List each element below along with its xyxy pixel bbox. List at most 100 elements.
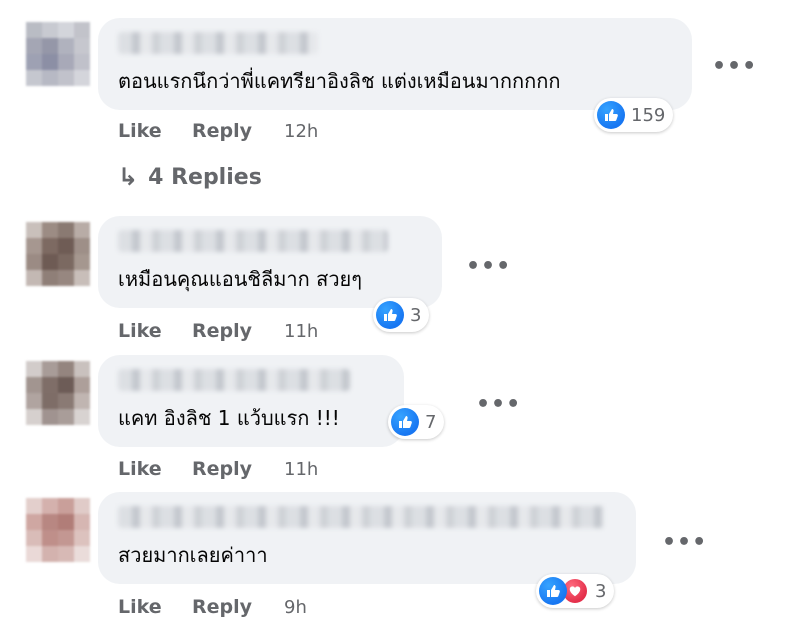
avatar-pixel <box>26 393 42 409</box>
avatar-pixel <box>58 498 74 514</box>
reply-button[interactable]: Reply <box>192 120 252 142</box>
avatar-pixel <box>58 254 74 270</box>
avatar-pixel <box>26 514 42 530</box>
avatar[interactable] <box>26 222 90 286</box>
avatar-pixel <box>74 377 90 393</box>
avatar-pixel <box>58 54 74 70</box>
avatar-pixel <box>26 38 42 54</box>
avatar[interactable] <box>26 22 90 86</box>
more-options-icon[interactable]: ••• <box>466 256 511 278</box>
avatar-pixel <box>74 409 90 425</box>
avatar[interactable] <box>26 498 90 562</box>
avatar-pixel <box>74 38 90 54</box>
more-options-icon[interactable]: ••• <box>662 532 707 554</box>
reaction-count: 159 <box>631 104 666 126</box>
author-name-redacted[interactable] <box>118 369 350 391</box>
avatar-pixel <box>42 409 58 425</box>
like-button[interactable]: Like <box>118 320 162 342</box>
avatar-pixel <box>74 238 90 254</box>
avatar-pixel <box>26 546 42 562</box>
avatar-pixel <box>74 270 90 286</box>
avatar-pixel <box>26 361 42 377</box>
avatar-pixel <box>42 361 58 377</box>
avatar-pixel <box>42 498 58 514</box>
avatar-pixel <box>26 377 42 393</box>
avatar-pixel <box>42 238 58 254</box>
avatar-pixel <box>26 498 42 514</box>
avatar-pixel <box>74 530 90 546</box>
avatar-pixel <box>26 270 42 286</box>
avatar-pixel <box>74 254 90 270</box>
comment-bubble: แคท อิงลิช 1 แว้บแรก !!! <box>98 355 404 447</box>
avatar-pixel <box>42 270 58 286</box>
avatar-pixel <box>58 222 74 238</box>
avatar-pixel <box>42 38 58 54</box>
avatar[interactable] <box>26 361 90 425</box>
avatar-pixel <box>58 546 74 562</box>
avatar-pixel <box>58 530 74 546</box>
reply-button[interactable]: Reply <box>192 320 252 342</box>
reaction-summary[interactable]: 3 <box>536 574 615 608</box>
avatar-pixel <box>26 22 42 38</box>
reaction-count: 3 <box>410 304 422 326</box>
avatar-pixel <box>26 70 42 86</box>
reply-button[interactable]: Reply <box>192 596 252 618</box>
more-options-icon[interactable]: ••• <box>712 56 757 78</box>
like-button[interactable]: Like <box>118 120 162 142</box>
like-button[interactable]: Like <box>118 458 162 480</box>
comment-text: แคท อิงลิช 1 แว้บแรก !!! <box>118 406 340 430</box>
view-replies-link[interactable]: ↳ 4 Replies <box>118 163 262 191</box>
reaction-summary[interactable]: 159 <box>594 98 674 132</box>
avatar-pixel <box>42 70 58 86</box>
reaction-summary[interactable]: 3 <box>373 298 430 332</box>
replies-label: 4 Replies <box>148 164 262 190</box>
comment-timestamp[interactable]: 11h <box>284 321 318 342</box>
avatar-pixel <box>58 514 74 530</box>
more-options-icon[interactable]: ••• <box>476 394 521 416</box>
avatar-pixel <box>42 377 58 393</box>
avatar-pixel <box>74 222 90 238</box>
comment-bubble: เหมือนคุณแอนชิลีมาก สวยๆ <box>98 216 442 308</box>
avatar-pixel <box>74 54 90 70</box>
avatar-pixel <box>42 222 58 238</box>
comment-text: เหมือนคุณแอนชิลีมาก สวยๆ <box>118 267 363 291</box>
comment-bubble: สวยมากเลยค่าาา <box>98 492 636 584</box>
comment-bubble: ตอนแรกนึกว่าพี่แคทรียาอิงลิช แต่งเหมือนม… <box>98 18 692 110</box>
avatar-pixel <box>74 514 90 530</box>
author-name-redacted[interactable] <box>118 230 388 252</box>
avatar-pixel <box>74 361 90 377</box>
avatar-pixel <box>26 530 42 546</box>
comment-timestamp[interactable]: 12h <box>284 121 318 142</box>
avatar-pixel <box>74 393 90 409</box>
avatar-pixel <box>74 22 90 38</box>
avatar-pixel <box>42 546 58 562</box>
avatar-pixel <box>26 409 42 425</box>
like-button[interactable]: Like <box>118 596 162 618</box>
like-icon <box>597 101 625 129</box>
author-name-redacted[interactable] <box>118 506 604 528</box>
avatar-pixel <box>26 222 42 238</box>
reaction-summary[interactable]: 7 <box>388 405 445 439</box>
reaction-count: 3 <box>595 580 607 602</box>
avatar-pixel <box>42 22 58 38</box>
comment-text: ตอนแรกนึกว่าพี่แคทรียาอิงลิช แต่งเหมือนม… <box>118 69 561 93</box>
avatar-pixel <box>58 270 74 286</box>
reply-button[interactable]: Reply <box>192 458 252 480</box>
reply-arrow-icon: ↳ <box>118 163 139 191</box>
avatar-pixel <box>26 54 42 70</box>
avatar-pixel <box>74 498 90 514</box>
avatar-pixel <box>74 70 90 86</box>
avatar-pixel <box>58 377 74 393</box>
avatar-pixel <box>42 530 58 546</box>
avatar-pixel <box>58 393 74 409</box>
author-name-redacted[interactable] <box>118 32 318 54</box>
avatar-pixel <box>42 514 58 530</box>
comment-timestamp[interactable]: 9h <box>284 597 307 618</box>
avatar-pixel <box>42 254 58 270</box>
avatar-pixel <box>26 238 42 254</box>
comment-timestamp[interactable]: 11h <box>284 459 318 480</box>
avatar-pixel <box>58 70 74 86</box>
avatar-pixel <box>58 38 74 54</box>
comment-text: สวยมากเลยค่าาา <box>118 543 268 567</box>
like-icon <box>391 408 419 436</box>
